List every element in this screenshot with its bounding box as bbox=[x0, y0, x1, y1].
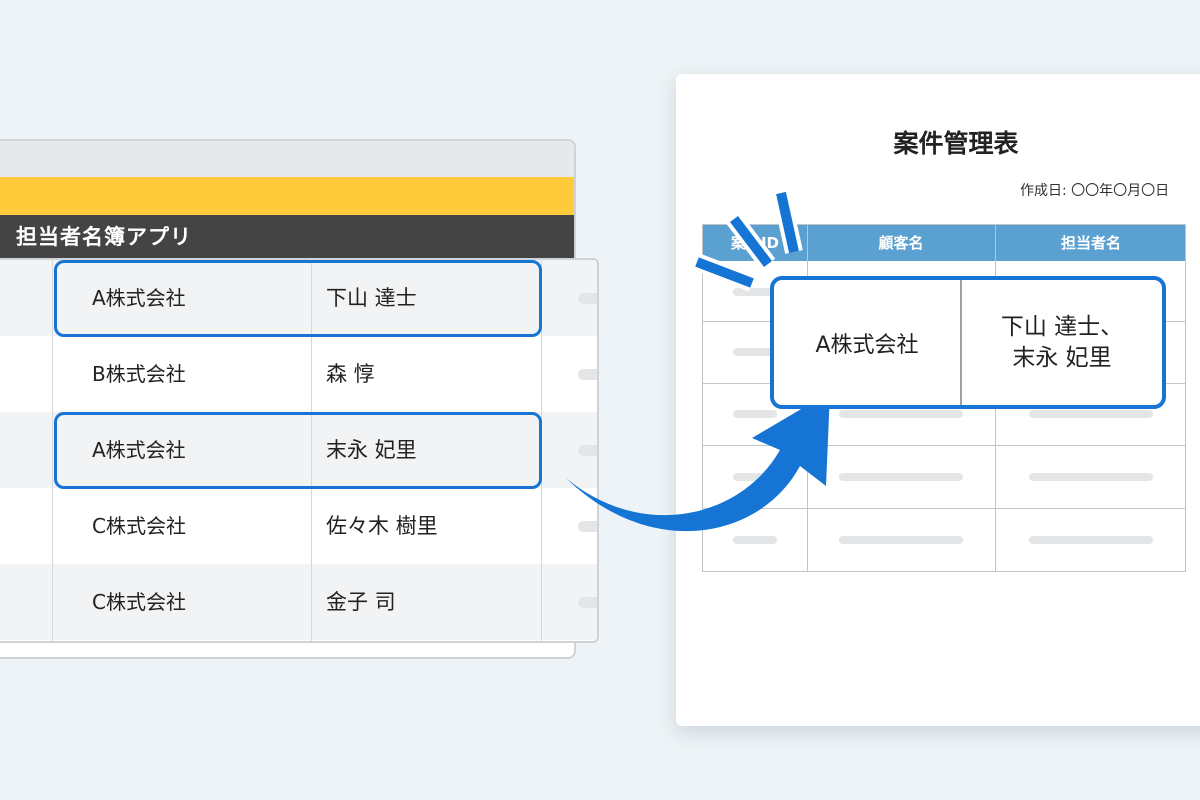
emphasis-sparks-icon bbox=[693, 191, 803, 292]
